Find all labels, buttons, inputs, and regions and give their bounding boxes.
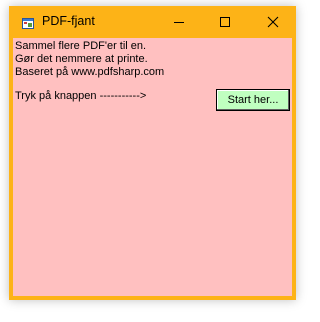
minimize-button[interactable] — [156, 6, 202, 38]
info-line-1: Sammel flere PDF'er til en. — [15, 40, 147, 52]
window-title: PDF-fjant — [42, 14, 95, 28]
info-line-3: Baseret på www.pdfsharp.com — [15, 66, 165, 78]
app-window-icon — [22, 16, 34, 29]
close-icon — [267, 16, 279, 28]
title-bar[interactable]: PDF-fjant — [9, 6, 296, 38]
app-window: PDF-fjant Sammel flere PDF'er til en. Gø… — [9, 6, 296, 300]
maximize-button[interactable] — [202, 6, 248, 38]
client-area: Sammel flere PDF'er til en. Gør det nemm… — [13, 38, 292, 296]
minimize-icon — [174, 22, 184, 23]
start-button[interactable]: Start her... — [216, 89, 290, 111]
close-button[interactable] — [250, 6, 296, 38]
instruction-label: Tryk på knappen -----------> — [15, 90, 147, 102]
info-line-2: Gør det nemmere at printe. — [15, 53, 148, 65]
maximize-icon — [220, 17, 230, 27]
